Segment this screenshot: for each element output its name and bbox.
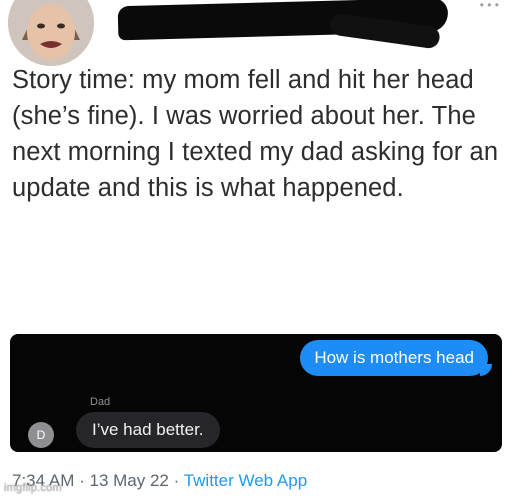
tweet-date[interactable]: 13 May 22 [89, 471, 168, 490]
source-app-link[interactable]: Twitter Web App [184, 471, 307, 490]
tweet-text: Story time: my mom fell and hit her head… [12, 66, 499, 202]
incoming-message-bubble: I’ve had better. [76, 412, 220, 448]
meta-separator: · [168, 471, 184, 490]
sender-name: Dad [90, 396, 111, 408]
meta-separator: · [74, 471, 90, 490]
outgoing-message-bubble: How is mothers head [300, 340, 492, 376]
watermark: imgflip.com [4, 482, 62, 494]
chat-screenshot: How is mothers head Dad D I’ve had bette… [10, 334, 502, 452]
contact-avatar: D [28, 422, 54, 448]
more-options-icon[interactable]: • • • [480, 0, 499, 11]
profile-avatar[interactable] [8, 0, 94, 66]
